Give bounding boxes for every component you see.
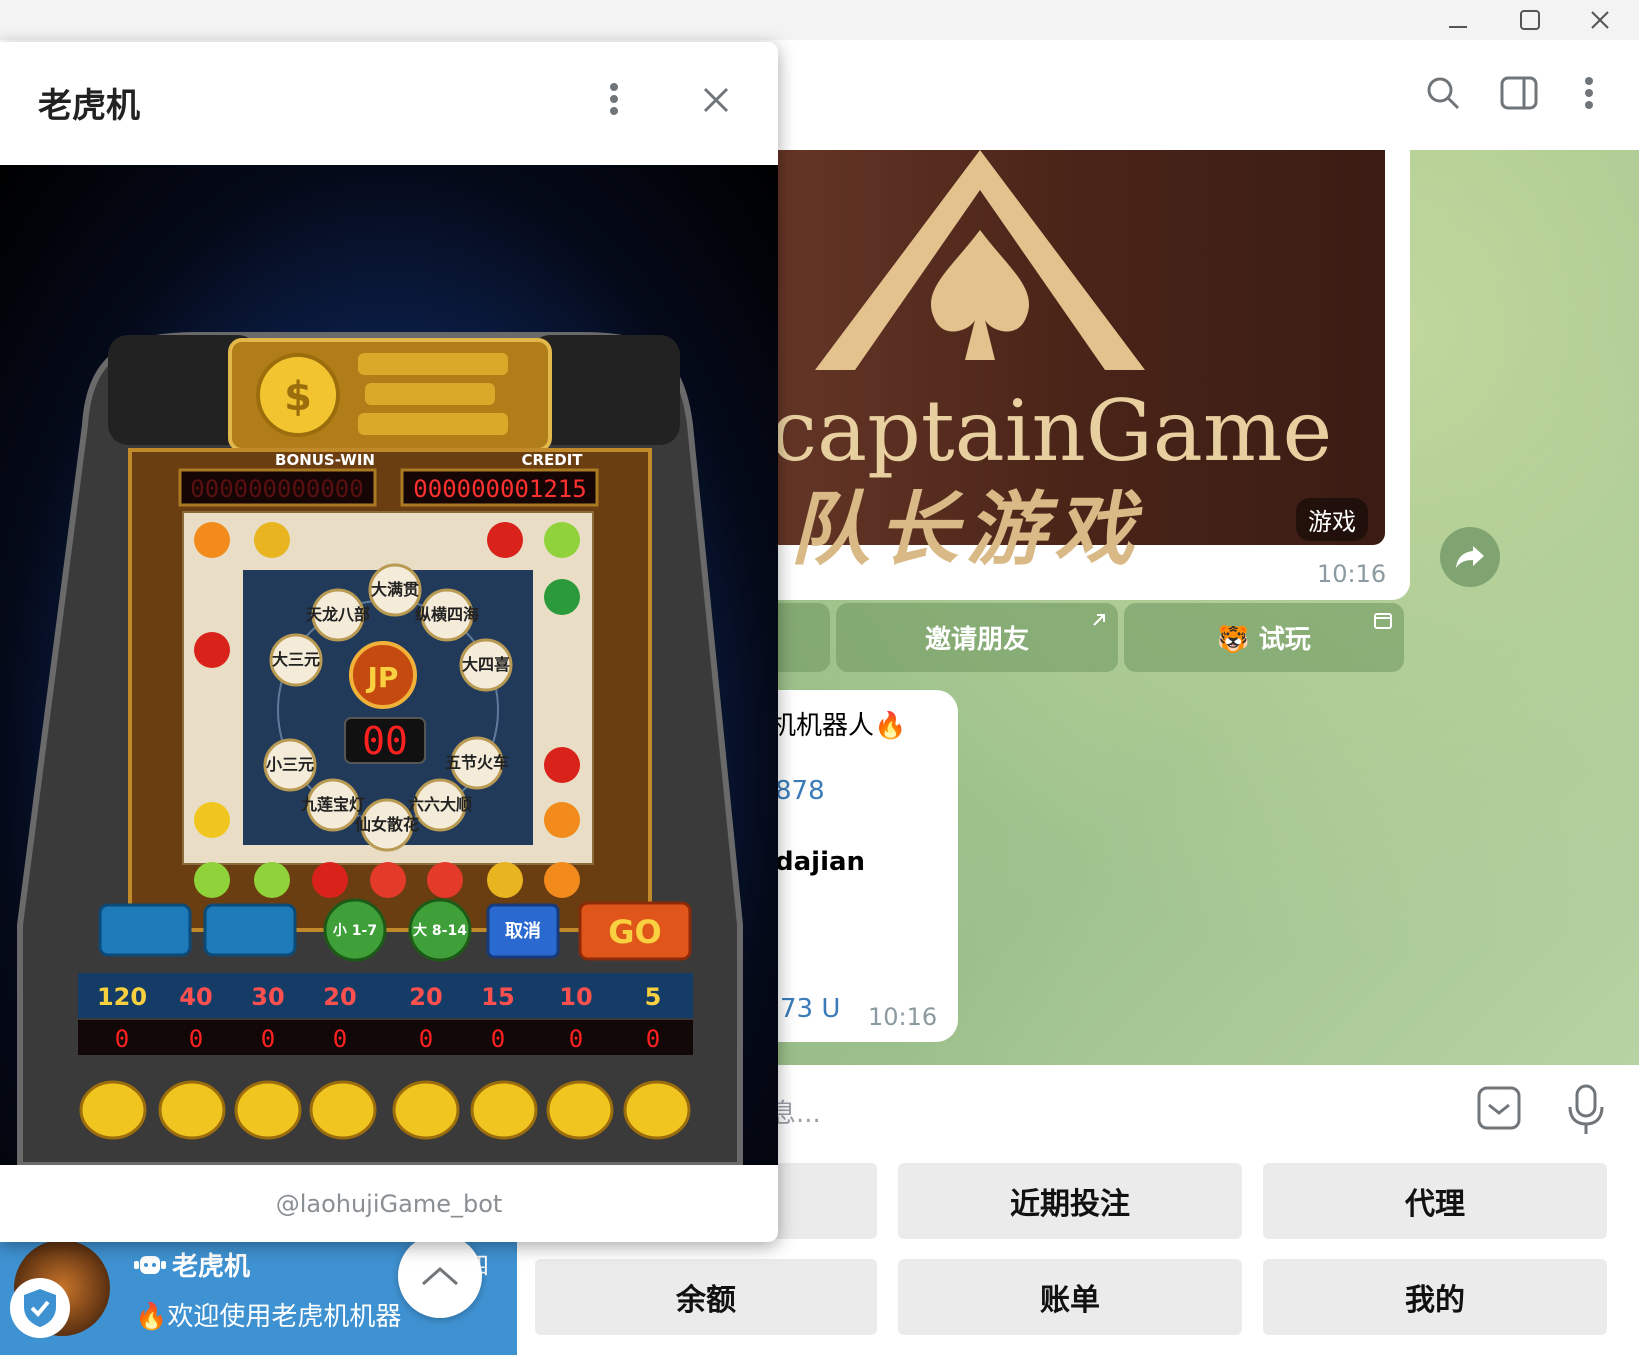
sidebar-toggle-button[interactable]: [1494, 68, 1544, 118]
close-window-button[interactable]: [1570, 0, 1630, 40]
microphone-icon: [1568, 1084, 1604, 1134]
bet-display: 0: [115, 1025, 129, 1053]
window-titlebar: [0, 0, 1639, 40]
center-display: 00: [362, 719, 408, 763]
voice-record-button[interactable]: [1566, 1083, 1612, 1139]
keyboard-toggle-icon: [1477, 1086, 1521, 1130]
ring-label: 九莲宝灯: [300, 795, 365, 814]
ring-label: 天龙八部: [306, 605, 370, 624]
sidebar-panel-icon: [1500, 76, 1538, 110]
trial-play-button[interactable]: 🐯 试玩: [1124, 603, 1404, 672]
cancel-button-label: 取消: [505, 920, 541, 942]
keyboard-toggle-button[interactable]: [1476, 1085, 1526, 1135]
verified-badge: [10, 1278, 70, 1338]
bet-display: 0: [646, 1025, 660, 1053]
keyboard-button-agent[interactable]: 代理: [1263, 1163, 1607, 1239]
bet-display: 0: [261, 1025, 275, 1053]
keyboard-button-balance[interactable]: 余额: [535, 1259, 877, 1335]
external-link-icon: [1093, 614, 1105, 626]
maximize-button[interactable]: [1500, 0, 1560, 40]
odds-value: 20: [409, 983, 442, 1011]
chat-item-name: 老虎机: [172, 1252, 251, 1282]
big-button-label: 大 8-14: [413, 922, 467, 939]
bot-icon: [134, 1256, 166, 1274]
odds-value: 120: [97, 983, 147, 1011]
popup-menu-button[interactable]: [596, 74, 632, 124]
ring-label: 六六大顺: [408, 795, 472, 814]
search-button[interactable]: [1418, 68, 1468, 118]
maximize-icon: [1520, 10, 1540, 30]
forward-button[interactable]: [1440, 527, 1500, 587]
popup-title: 老虎机: [38, 86, 140, 126]
message-line-4: 73 U: [780, 994, 841, 1024]
message-time: 10:16: [868, 1003, 938, 1031]
minimize-button[interactable]: [1428, 0, 1488, 40]
bet-display: 0: [491, 1025, 505, 1053]
close-icon: [703, 87, 729, 113]
message-line-1: 机机器人🔥: [770, 711, 907, 741]
small-button-label: 小 1-7: [333, 923, 377, 939]
promo-chinese-text: 队长游戏: [790, 482, 1142, 576]
popup-close-button[interactable]: [694, 78, 738, 122]
promo-tag: 游戏: [1296, 498, 1368, 541]
sidebar-chat-item[interactable]: 老虎机 🔥欢迎使用老虎机机器 四: [0, 1234, 517, 1355]
ring-label: 仙女散花: [355, 815, 419, 834]
invite-friends-label: 邀请朋友: [924, 625, 1029, 655]
bet-display: 0: [419, 1025, 433, 1053]
odds-value: 10: [559, 983, 592, 1011]
ring-label: 大三元: [272, 650, 320, 669]
ring-label: 纵横四海: [415, 605, 479, 624]
chevron-up-icon: [422, 1266, 458, 1286]
message-line-3: dajian: [775, 847, 866, 877]
svg-text:$: $: [284, 374, 312, 420]
ring-label: 小三元: [266, 755, 314, 774]
trial-play-label: 🐯 试玩: [1217, 625, 1311, 655]
ring-label: 大四喜: [462, 655, 510, 674]
odds-value: 20: [323, 983, 356, 1011]
message-line-2: 878: [775, 776, 825, 806]
more-vertical-icon: [1585, 77, 1593, 109]
bet-display: 0: [569, 1025, 583, 1053]
slot-machine-game[interactable]: $ BONUS-WIN CREDIT 000000000000 00000000…: [0, 165, 778, 1168]
bet-display: 0: [189, 1025, 203, 1053]
keyboard-button-bill[interactable]: 账单: [898, 1259, 1242, 1335]
ring-label: 大满贯: [371, 580, 419, 599]
odds-value: 5: [645, 983, 662, 1011]
search-icon: [1427, 77, 1460, 110]
forward-arrow-icon: [1456, 546, 1484, 568]
odds-value: 15: [481, 983, 514, 1011]
odds-value: 30: [251, 983, 284, 1011]
keyboard-button-recent-bets[interactable]: 近期投注: [898, 1163, 1242, 1239]
credit-display: 000000001215: [413, 475, 586, 503]
scroll-up-button[interactable]: [398, 1234, 482, 1318]
webapp-icon: [1374, 613, 1392, 629]
bonus-display: 000000000000: [190, 475, 363, 503]
bet-display: 0: [333, 1025, 347, 1053]
captain-logo-icon: [815, 150, 1145, 370]
more-vertical-icon: [610, 83, 618, 115]
odds-value: 40: [179, 983, 212, 1011]
webapp-popup: 老虎机 $ BONUS-WIN CREDIT 000000000000 0000…: [0, 42, 778, 1242]
ring-label: 五节火车: [445, 753, 509, 772]
minimize-icon: [1449, 26, 1467, 28]
chat-item-preview: 🔥欢迎使用老虎机机器: [135, 1302, 402, 1332]
go-button-label: GO: [608, 913, 661, 951]
popup-footer-bot-username[interactable]: @laohujiGame_bot: [0, 1165, 778, 1242]
more-options-button[interactable]: [1564, 68, 1614, 118]
credit-label: CREDIT: [521, 451, 583, 469]
shield-check-icon: [24, 1289, 56, 1327]
bonus-win-label: BONUS-WIN: [275, 451, 375, 469]
message-time: 10:16: [1317, 560, 1387, 588]
jp-label: JP: [366, 661, 399, 694]
keyboard-button-mine[interactable]: 我的: [1263, 1259, 1607, 1335]
invite-friends-button[interactable]: 邀请朋友: [836, 603, 1118, 672]
close-icon: [1591, 11, 1609, 29]
